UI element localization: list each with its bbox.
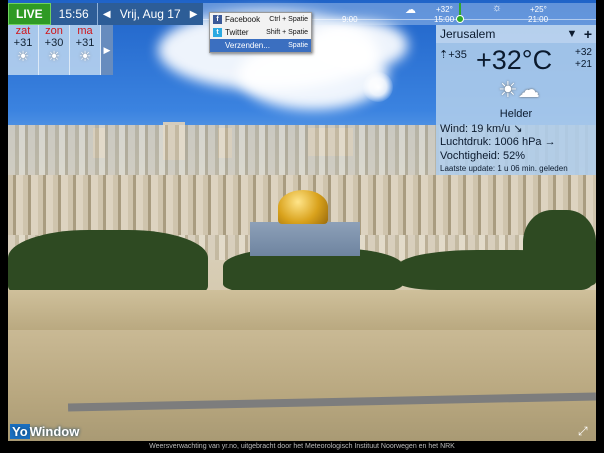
pressure-row: Luchtdruk: 1006 hPa → <box>440 136 556 148</box>
fullscreen-icon[interactable]: ⤢ <box>578 424 588 439</box>
triangle-left-icon[interactable]: ◀ <box>98 9 116 20</box>
app-window: 9:00 +32° 15:00 ☼ ☁ +25° 21:00 LIVE 15:5… <box>0 0 604 453</box>
feels-like-value: +35 <box>448 49 467 61</box>
live-button[interactable]: LIVE <box>8 3 51 25</box>
menu-item-label: Twitter <box>225 28 249 37</box>
sun-icon: ☀ <box>16 48 30 64</box>
menu-item-label: Verzenden... <box>225 41 270 50</box>
hillside <box>8 330 596 441</box>
forecast-strip: zat +31 ☀ zon +30 ☀ ma +31 ☀ ▶ <box>8 25 113 75</box>
twitter-icon: t <box>213 28 222 37</box>
current-time: 15:56 <box>50 3 98 25</box>
wind-row: Wind: 19 km/u ↘ <box>440 122 523 135</box>
top-bar: LIVE 15:56 ◀ Vrij, Aug 17 ▶ <box>8 3 203 25</box>
sun <box>363 72 393 102</box>
menu-item-spacer <box>213 41 222 50</box>
forecast-day-name: zon <box>45 25 63 37</box>
logo-window: Window <box>29 424 80 439</box>
forecast-day[interactable]: zat +31 ☀ <box>8 25 39 75</box>
timeline-temp: +32° <box>436 5 453 14</box>
min-temp: +21 <box>575 59 592 70</box>
arrow-up-icon: ⇡ <box>439 49 449 61</box>
forecast-next-button[interactable]: ▶ <box>101 25 113 75</box>
current-temperature: +32°C <box>476 45 553 75</box>
share-menu: f Facebook Ctrl + Spatie t Twitter Shift… <box>209 12 312 53</box>
forecast-day[interactable]: zon +30 ☀ <box>39 25 70 75</box>
forecast-day[interactable]: ma +31 ☀ <box>70 25 101 75</box>
last-update: Laatste update: 1 u 06 min. geleden <box>440 164 568 173</box>
temperature-row: ⇡+35 +32°C +32 +21 <box>436 43 596 77</box>
add-location-icon[interactable]: + <box>580 26 596 42</box>
menu-item-twitter[interactable]: t Twitter Shift + Spatie <box>210 26 311 39</box>
sun-icon: ☀ <box>47 48 61 64</box>
cloud-icon: ☁ <box>405 4 416 16</box>
menu-item-shortcut: Shift + Spatie <box>266 29 308 36</box>
feels-like: ⇡+35 <box>439 48 467 61</box>
wind-direction-icon: ↘ <box>513 123 523 135</box>
city-wall <box>8 290 596 335</box>
footer-credit[interactable]: Weersverwachting van yr.no, uitgebracht … <box>0 441 604 453</box>
max-temp: +32 <box>575 47 592 58</box>
triangle-right-icon: ▶ <box>103 44 111 55</box>
min-max: +32 +21 <box>575 47 592 71</box>
dome-of-the-rock <box>278 190 328 224</box>
humidity-value: Vochtigheid: 52% <box>440 150 526 162</box>
panel-header: Jerusalem ▼ + <box>436 25 596 43</box>
yowindow-logo[interactable]: Yo Window <box>10 424 79 439</box>
cloud <box>308 20 408 70</box>
forecast-day-name: ma <box>77 25 93 37</box>
dome-of-the-rock-base <box>250 222 360 256</box>
logo-yo: Yo <box>10 424 30 439</box>
menu-item-facebook[interactable]: f Facebook Ctrl + Spatie <box>210 13 311 26</box>
pressure-trend-icon: → <box>544 136 556 148</box>
pressure-value: Luchtdruk: 1006 hPa <box>440 136 542 148</box>
sun-icon: ☀ <box>78 48 92 64</box>
date-selector: ◀ Vrij, Aug 17 ▶ <box>97 3 203 25</box>
wind-value: Wind: 19 km/u <box>440 123 511 135</box>
menu-item-shortcut: Spatie <box>288 42 308 49</box>
chevron-down-icon[interactable]: ▼ <box>564 28 580 40</box>
menu-item-shortcut: Ctrl + Spatie <box>269 16 308 23</box>
menu-item-send[interactable]: Verzenden... Spatie <box>210 39 311 52</box>
sun-icon: ☼ <box>492 2 503 14</box>
sun-cloud-icon: ☀☁ <box>498 77 540 102</box>
weather-panel: Jerusalem ▼ + ⇡+35 +32°C +32 +21 ☀☁ Held… <box>436 25 596 175</box>
condition-text: Helder <box>499 108 533 120</box>
date-label: Vrij, Aug 17 <box>119 7 181 21</box>
facebook-icon: f <box>213 15 222 24</box>
location-name[interactable]: Jerusalem <box>440 27 564 41</box>
trees <box>523 210 596 290</box>
triangle-right-icon[interactable]: ▶ <box>185 9 203 20</box>
timeline-temp: +25° <box>530 5 547 14</box>
forecast-day-name: zat <box>15 25 31 37</box>
menu-item-label: Facebook <box>225 15 261 24</box>
timeline-handle[interactable] <box>456 15 464 23</box>
